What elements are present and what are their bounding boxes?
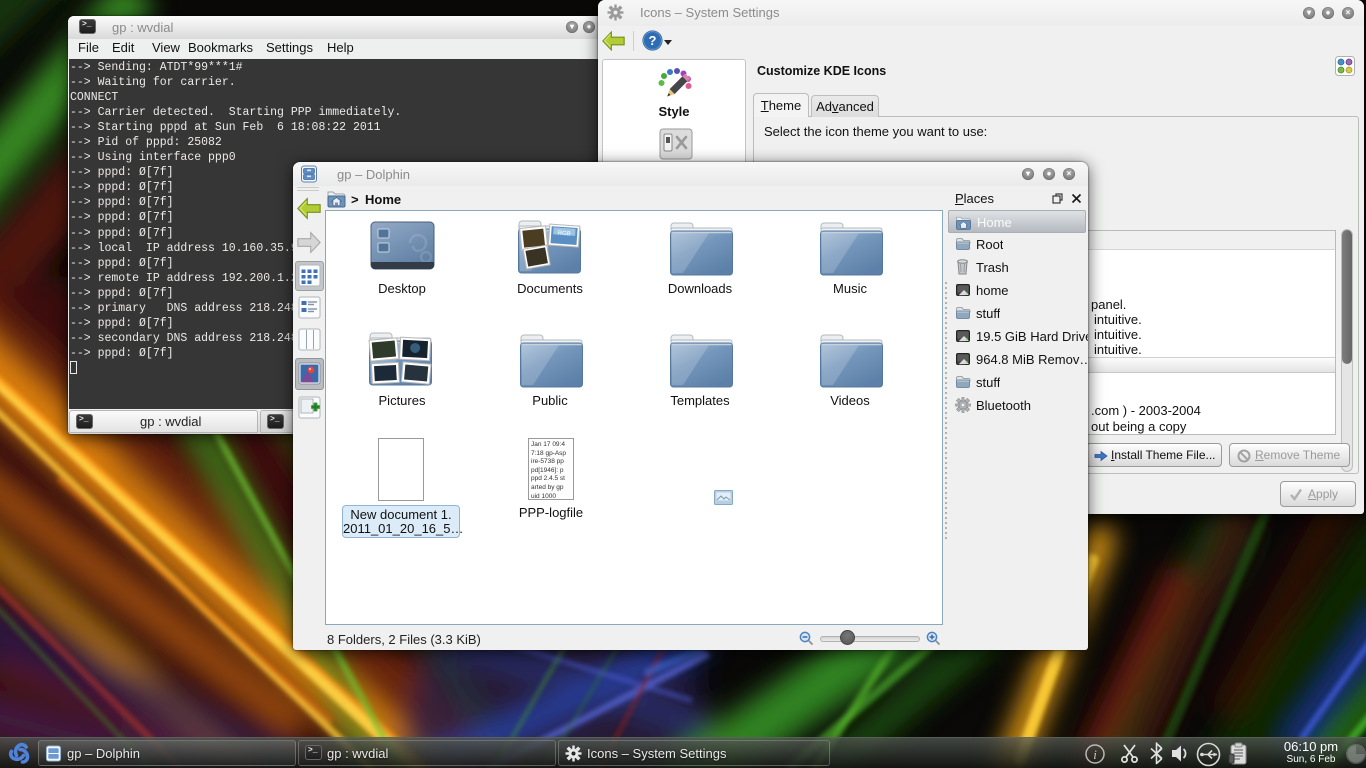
svg-text:i: i — [1093, 747, 1097, 762]
svg-text:?: ? — [649, 33, 657, 48]
svg-text:RGB: RGB — [558, 231, 571, 238]
